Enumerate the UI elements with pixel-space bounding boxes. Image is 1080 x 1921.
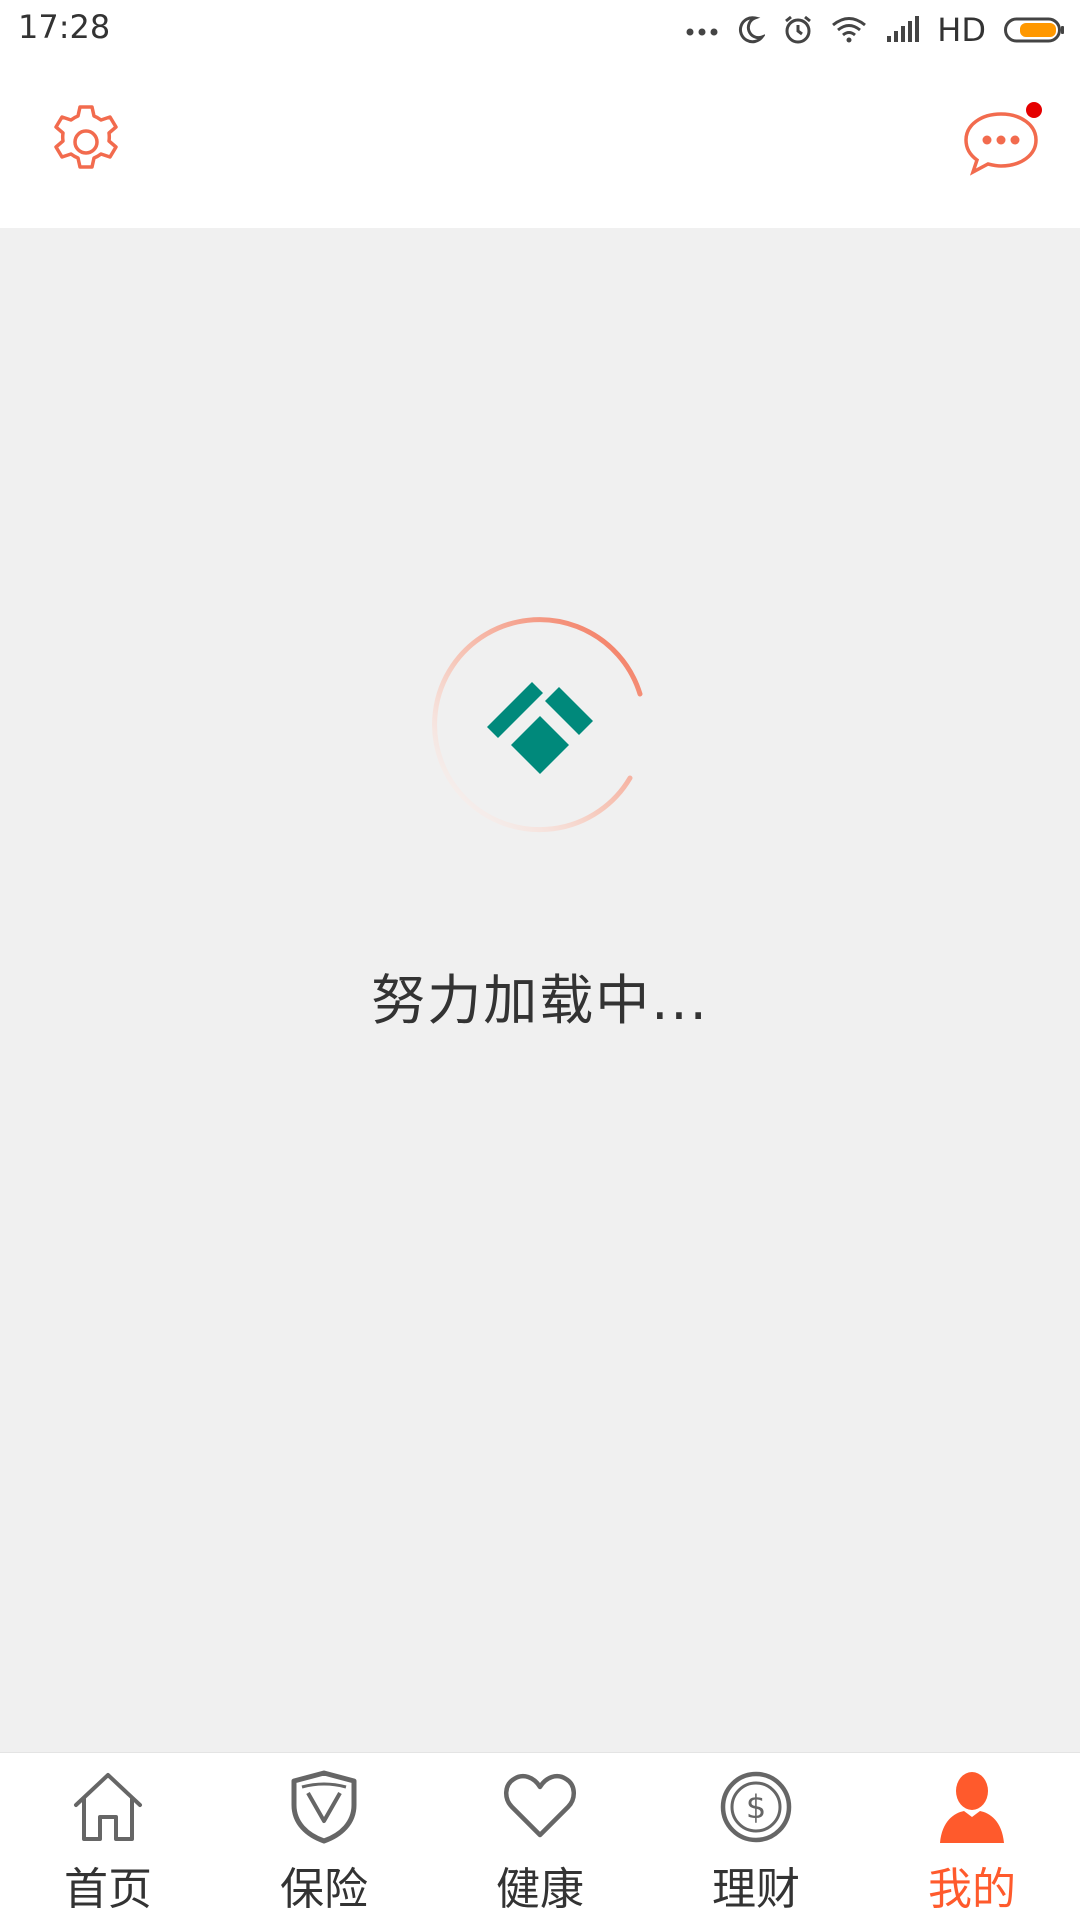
nav-item-health[interactable]: 健康 [432, 1753, 648, 1921]
nav-label-finance: 理财 [712, 1864, 800, 1915]
user-icon [934, 1767, 1010, 1847]
loading-text: 努力加载中... [371, 969, 709, 1032]
app-logo [487, 674, 593, 780]
nav-label-insurance: 保险 [280, 1864, 368, 1915]
bottom-nav: 首页 保险 健康 $ 理财 我的 [0, 1752, 1080, 1921]
signal-icon [885, 16, 920, 44]
content-area: 努力加载中... [0, 228, 1080, 1752]
coin-icon: $ [718, 1767, 794, 1847]
shield-icon [286, 1767, 362, 1847]
nav-item-mine[interactable]: 我的 [864, 1753, 1080, 1921]
nav-label-home: 首页 [64, 1864, 152, 1915]
heart-icon [502, 1767, 578, 1847]
network-label: HD [937, 11, 986, 49]
wifi-icon [831, 16, 867, 44]
battery-icon [1004, 16, 1066, 44]
home-icon [70, 1767, 146, 1847]
nav-label-mine: 我的 [928, 1864, 1016, 1915]
messages-button[interactable] [956, 102, 1046, 186]
status-icons: HD [685, 10, 1066, 50]
svg-text:$: $ [746, 1788, 766, 1826]
top-header [0, 60, 1080, 228]
nav-item-home[interactable]: 首页 [0, 1753, 216, 1921]
unread-badge [1026, 102, 1042, 118]
nav-item-finance[interactable]: $ 理财 [648, 1753, 864, 1921]
chat-bubble-icon [961, 106, 1041, 182]
alarm-icon [783, 15, 813, 45]
more-dots-icon [685, 24, 719, 36]
nav-label-health: 健康 [496, 1864, 584, 1915]
status-bar: 17:28 HD [0, 0, 1080, 60]
status-time: 17:28 [18, 8, 111, 46]
moon-icon [737, 15, 766, 45]
nav-item-insurance[interactable]: 保险 [216, 1753, 432, 1921]
settings-button[interactable] [44, 102, 128, 186]
gear-icon [47, 103, 125, 185]
